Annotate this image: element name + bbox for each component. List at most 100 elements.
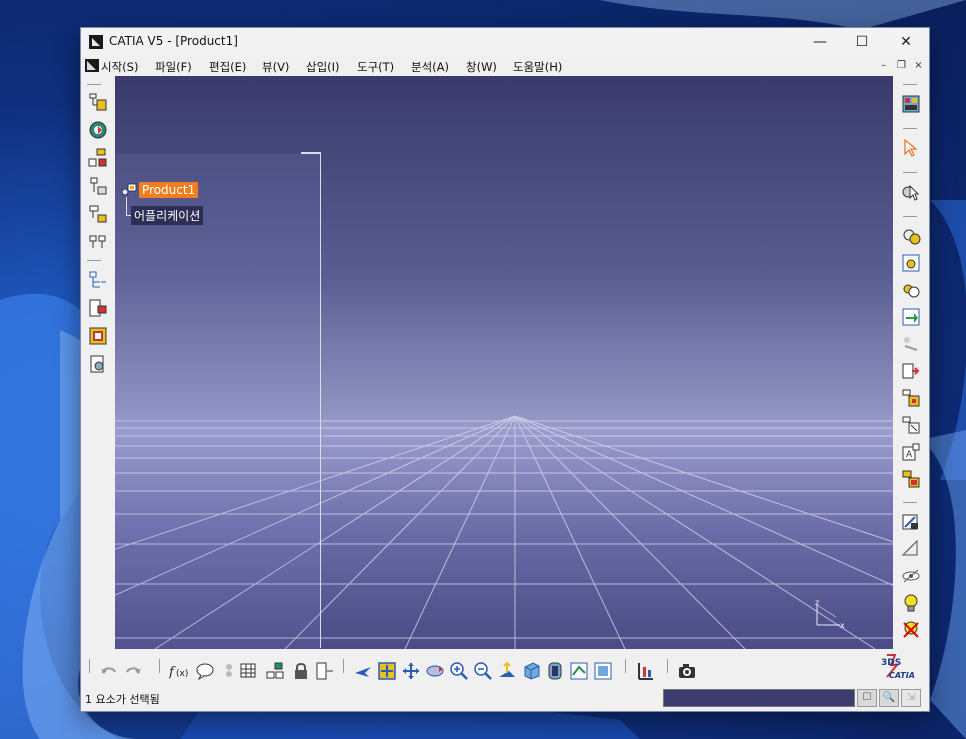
capture-camera-icon[interactable] bbox=[677, 661, 697, 681]
catalog-browser-icon[interactable] bbox=[88, 120, 108, 140]
toolbar-separator bbox=[903, 172, 917, 173]
power-input-clear-button[interactable]: ☐ bbox=[857, 689, 877, 707]
catia-window: CATIA V5 - [Product1] — ☐ ✕ 시작(S) 파일(F) … bbox=[80, 27, 930, 712]
title-bar: CATIA V5 - [Product1] — ☐ ✕ bbox=[81, 28, 929, 56]
knowledge-advisor-icon[interactable] bbox=[195, 661, 215, 681]
catalog-icon[interactable] bbox=[315, 661, 335, 681]
menu-view[interactable]: 뷰(V) bbox=[262, 59, 289, 75]
catia-app-icon bbox=[89, 35, 103, 49]
svg-text:3DS: 3DS bbox=[881, 658, 901, 668]
power-input-option-button[interactable]: ⇲ bbox=[901, 689, 921, 707]
right-toolbar: A bbox=[893, 76, 929, 649]
power-input-search-button[interactable]: 🔍 bbox=[879, 689, 899, 707]
redo-icon[interactable] bbox=[123, 661, 143, 681]
reuse-pattern-icon[interactable] bbox=[901, 361, 921, 381]
menu-tools[interactable]: 도구(T) bbox=[357, 59, 394, 75]
lock-icon[interactable] bbox=[291, 661, 311, 681]
tree-node-applications[interactable]: 어플리케이션 bbox=[131, 206, 204, 225]
menu-insert[interactable]: 삽입(I) bbox=[306, 59, 340, 75]
update-icon[interactable] bbox=[901, 307, 921, 327]
menu-analysis[interactable]: 분석(A) bbox=[411, 59, 449, 75]
shading-icon[interactable] bbox=[545, 661, 565, 681]
table-icon[interactable] bbox=[239, 661, 259, 681]
toolbar-separator bbox=[87, 260, 101, 261]
existing-component-icon[interactable] bbox=[88, 148, 108, 168]
rotate-icon[interactable] bbox=[425, 661, 445, 681]
start-menu-icon bbox=[85, 59, 99, 72]
existing-component-positioning-icon[interactable] bbox=[901, 469, 921, 489]
fit-all-icon[interactable] bbox=[377, 661, 397, 681]
tree-node-product[interactable]: Product1 bbox=[139, 182, 199, 198]
product-node-icon bbox=[121, 183, 137, 196]
maximize-button[interactable]: ☐ bbox=[839, 28, 885, 56]
workbench-icon[interactable] bbox=[901, 94, 921, 114]
window-title: CATIA V5 - [Product1] bbox=[109, 34, 238, 48]
offset-constraint-icon[interactable] bbox=[901, 280, 921, 300]
catia-logo: 3DS CATIA bbox=[881, 654, 915, 680]
minimize-button[interactable]: — bbox=[797, 28, 843, 56]
new-product-icon[interactable] bbox=[901, 415, 921, 435]
hide-show-toggle-icon[interactable] bbox=[569, 661, 589, 681]
swap-visible-space-icon[interactable] bbox=[593, 661, 613, 681]
tree-bracket bbox=[301, 152, 321, 154]
menu-help[interactable]: 도움말(H) bbox=[513, 59, 562, 75]
zoom-in-icon[interactable] bbox=[449, 661, 469, 681]
fly-mode-icon[interactable] bbox=[353, 661, 373, 681]
select-trap-icon[interactable] bbox=[901, 182, 921, 202]
toolbar-separator bbox=[625, 659, 626, 673]
measure-icon[interactable] bbox=[901, 512, 921, 532]
svg-text:f: f bbox=[169, 665, 176, 680]
constraint-icon[interactable] bbox=[901, 226, 921, 246]
bill-of-material-icon[interactable] bbox=[88, 298, 108, 318]
mdi-restore-button[interactable]: ❐ bbox=[895, 59, 908, 72]
tree-connector bbox=[126, 197, 127, 215]
fix-component-icon[interactable] bbox=[901, 334, 921, 354]
menu-start[interactable]: 시작(S) bbox=[101, 59, 138, 75]
menu-window[interactable]: 창(W) bbox=[466, 59, 497, 75]
3d-viewport[interactable]: Product1 어플리케이션 z x bbox=[115, 76, 893, 649]
toolbar-separator bbox=[903, 128, 917, 129]
power-input-field[interactable] bbox=[663, 689, 855, 707]
measure-between-icon[interactable] bbox=[635, 661, 655, 681]
menu-file[interactable]: 파일(F) bbox=[155, 59, 192, 75]
toolbar-separator bbox=[159, 659, 160, 673]
tree-expand-icon[interactable] bbox=[88, 270, 108, 290]
analyze-icon[interactable] bbox=[88, 354, 108, 374]
axis-x-label: x bbox=[840, 621, 845, 629]
delete-component-icon[interactable] bbox=[901, 620, 921, 640]
generate-numbering-icon[interactable] bbox=[88, 232, 108, 252]
toolbar-separator bbox=[343, 659, 344, 673]
svg-text:(x): (x) bbox=[176, 669, 188, 679]
hide-show-icon[interactable] bbox=[901, 566, 921, 586]
product-structure-icon[interactable] bbox=[88, 92, 108, 112]
left-toolbar bbox=[81, 76, 115, 649]
mdi-minimize-button[interactable]: – bbox=[877, 59, 890, 72]
sectioning-icon[interactable] bbox=[901, 539, 921, 559]
iso-view-icon[interactable] bbox=[521, 661, 541, 681]
normal-view-icon[interactable] bbox=[497, 661, 517, 681]
new-part-icon[interactable]: A bbox=[901, 442, 921, 462]
graph-tree-reorder-icon[interactable] bbox=[88, 204, 108, 224]
menu-bar: 시작(S) 파일(F) 편집(E) 뷰(V) 삽입(I) 도구(T) 분석(A)… bbox=[81, 56, 929, 76]
menu-edit[interactable]: 편집(E) bbox=[209, 59, 246, 75]
undo-icon[interactable] bbox=[99, 661, 119, 681]
select-arrow-icon[interactable] bbox=[901, 138, 921, 158]
status-bar: 1 요소가 선택됨 ☐ 🔍 ⇲ bbox=[81, 685, 929, 711]
replace-component-icon[interactable] bbox=[88, 176, 108, 196]
toolbar-separator bbox=[903, 216, 917, 217]
pan-icon[interactable] bbox=[401, 661, 421, 681]
contact-constraint-icon[interactable] bbox=[901, 253, 921, 273]
specification-tree-panel bbox=[115, 154, 320, 649]
formula-icon[interactable]: f (x) bbox=[169, 661, 189, 681]
lightbulb-icon[interactable] bbox=[901, 593, 921, 613]
new-component-icon[interactable] bbox=[901, 388, 921, 408]
mdi-close-button[interactable]: × bbox=[912, 59, 925, 72]
scene-icon[interactable] bbox=[88, 326, 108, 346]
toolbar-separator bbox=[903, 84, 917, 85]
filter-icon[interactable] bbox=[219, 661, 239, 681]
zoom-out-icon[interactable] bbox=[473, 661, 493, 681]
svg-text:CATIA: CATIA bbox=[889, 671, 915, 680]
bottom-toolbar: f (x) 3DS CATIA bbox=[81, 649, 929, 685]
close-button[interactable]: ✕ bbox=[883, 28, 929, 56]
multi-instantiate-icon[interactable] bbox=[265, 661, 285, 681]
